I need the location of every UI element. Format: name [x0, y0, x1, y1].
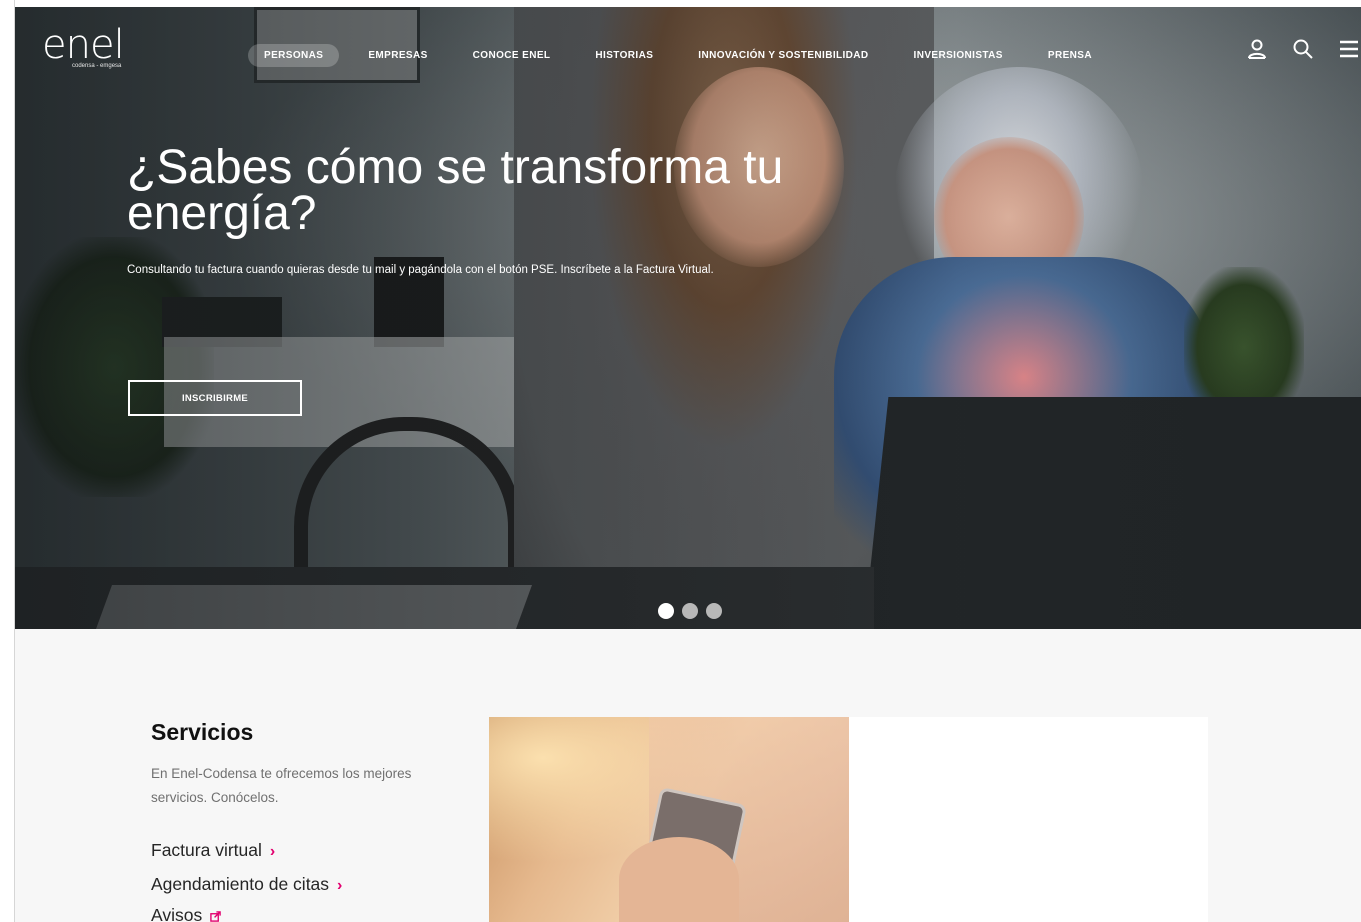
- services-title: Servicios: [151, 719, 254, 745]
- hero-subtitle: Consultando tu factura cuando quieras de…: [127, 264, 714, 276]
- chevron-right-icon: ›: [269, 843, 276, 860]
- search-icon[interactable]: [1291, 37, 1315, 61]
- services-phone-image: [489, 717, 849, 922]
- hero-title: ¿Sabes cómo se transforma tu energía?: [127, 141, 784, 240]
- hero-overlay: [14, 7, 1361, 629]
- service-link-avisos[interactable]: Avisos: [151, 905, 222, 922]
- inscribirme-button[interactable]: INSCRIBIRME: [128, 380, 302, 416]
- nav-item-prensa[interactable]: PRENSA: [1032, 44, 1108, 67]
- nav-item-conoce-enel[interactable]: CONOCE ENEL: [457, 44, 567, 67]
- carousel-dot-3[interactable]: [706, 603, 722, 619]
- menu-icon[interactable]: [1337, 37, 1361, 61]
- service-link-factura-virtual[interactable]: Factura virtual ›: [151, 840, 275, 861]
- page: enel codensa - emgesa PERSONAS EMPRESAS …: [0, 0, 1361, 922]
- nav-item-historias[interactable]: HISTORIAS: [579, 44, 669, 67]
- external-link-icon: [210, 911, 222, 922]
- service-link-label: Factura virtual: [151, 840, 262, 860]
- nav-item-personas[interactable]: PERSONAS: [248, 44, 340, 67]
- service-link-agendamiento[interactable]: Agendamiento de citas ›: [151, 874, 342, 895]
- hero-banner: [14, 7, 1361, 629]
- main-nav: PERSONAS EMPRESAS CONOCE ENEL HISTORIAS …: [248, 44, 1121, 67]
- logo-subtitle: codensa - emgesa: [72, 63, 122, 69]
- carousel-dot-2[interactable]: [682, 603, 698, 619]
- carousel-dot-1[interactable]: [658, 603, 674, 619]
- user-icon[interactable]: [1245, 37, 1269, 61]
- service-link-label: Avisos: [151, 905, 203, 922]
- enel-logo[interactable]: enel codensa - emgesa: [42, 22, 125, 69]
- services-card: [849, 717, 1208, 922]
- nav-item-innovacion[interactable]: INNOVACIÓN Y SOSTENIBILIDAD: [682, 44, 884, 67]
- site-header: enel codensa - emgesa PERSONAS EMPRESAS …: [14, 7, 1361, 87]
- nav-item-inversionistas[interactable]: INVERSIONISTAS: [898, 44, 1019, 67]
- nav-item-empresas[interactable]: EMPRESAS: [352, 44, 443, 67]
- service-link-label: Agendamiento de citas: [151, 874, 330, 894]
- header-icons: [1223, 37, 1361, 61]
- chevron-right-icon: ›: [337, 877, 343, 894]
- services-description: En Enel-Codensa te ofrecemos los mejores…: [151, 766, 412, 805]
- left-border: [0, 0, 15, 922]
- logo-wordmark: enel: [42, 22, 125, 68]
- carousel-dots: [658, 603, 730, 619]
